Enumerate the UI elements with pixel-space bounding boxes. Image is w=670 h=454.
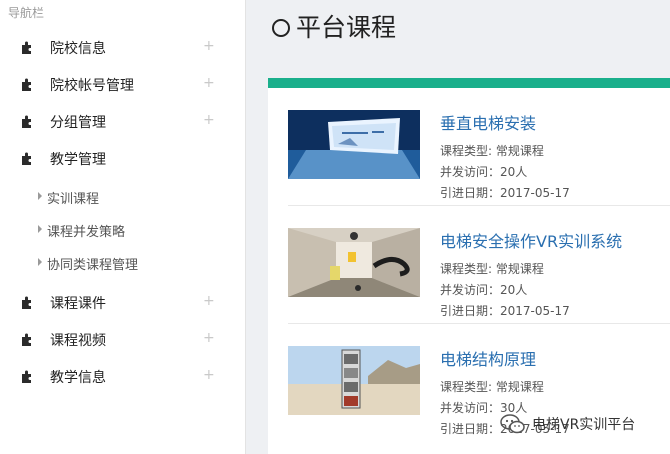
puzzle-icon <box>22 115 31 128</box>
course-visits: 并发访问：20人 <box>440 165 528 179</box>
sidebar-item-school-accounts[interactable]: 院校帐号管理 + <box>0 69 246 99</box>
watermark: 电梯VR实训平台 <box>500 413 635 435</box>
sidebar-item-videos[interactable]: 课程视频 + <box>0 324 246 354</box>
course-date: 引进日期：2017-05-17 <box>440 304 570 318</box>
course-visits: 并发访问：20人 <box>440 283 528 297</box>
sidebar-subitem-label: 协同类课程管理 <box>47 258 139 273</box>
sidebar-item-label: 院校信息 <box>50 41 106 57</box>
plus-icon: + <box>203 367 215 383</box>
course-type: 课程类型: 常规课程 <box>440 144 544 158</box>
puzzle-icon <box>22 296 31 309</box>
plus-icon: + <box>203 293 215 309</box>
puzzle-icon <box>22 41 31 54</box>
puzzle-icon <box>22 333 31 346</box>
sidebar-item-courseware[interactable]: 课程课件 + <box>0 287 246 317</box>
course-thumbnail[interactable] <box>288 110 420 179</box>
sidebar-subitem-concurrency[interactable]: 课程并发策略 <box>0 218 246 242</box>
wechat-icon <box>500 414 525 434</box>
caret-right-icon <box>38 225 42 233</box>
sidebar-item-school-info[interactable]: 院校信息 + <box>0 32 246 62</box>
course-date: 引进日期：2017-05-17 <box>440 186 570 200</box>
plus-icon: + <box>203 330 215 346</box>
course-type: 课程类型: 常规课程 <box>440 380 544 394</box>
sidebar-item-label: 课程视频 <box>50 333 106 349</box>
course-thumbnail[interactable] <box>288 228 420 297</box>
sidebar-subitem-label: 实训课程 <box>47 192 100 207</box>
sidebar-subitem-collab-courses[interactable]: 协同类课程管理 <box>0 251 246 275</box>
course-type: 课程类型: 常规课程 <box>440 262 544 276</box>
course-name-link[interactable]: 电梯结构原理 <box>440 346 536 370</box>
course-card[interactable]: 垂直电梯安装 课程类型: 常规课程 并发访问：20人 引进日期：2017-05-… <box>288 88 670 206</box>
sidebar-item-label: 教学管理 <box>50 152 106 168</box>
circle-icon <box>272 18 290 37</box>
plus-icon: + <box>203 112 215 128</box>
sidebar-item-label: 分组管理 <box>50 115 106 131</box>
sidebar-item-label: 课程课件 <box>50 296 106 312</box>
sidebar-item-teaching[interactable]: 教学管理 <box>0 143 246 173</box>
watermark-text: 电梯VR实训平台 <box>532 417 636 433</box>
page-title: 平台课程 <box>272 8 396 44</box>
sidebar: 导航栏 院校信息 + 院校帐号管理 + 分组管理 + 教学管理 实训课程 课程并… <box>0 0 246 454</box>
sidebar-item-label: 院校帐号管理 <box>50 78 134 94</box>
sidebar-item-label: 教学信息 <box>50 370 106 386</box>
caret-right-icon <box>38 258 42 266</box>
course-name-link[interactable]: 电梯安全操作VR实训系统 <box>440 228 622 252</box>
sidebar-subitem-label: 课程并发策略 <box>47 225 126 240</box>
course-thumbnail[interactable] <box>288 346 420 415</box>
course-card[interactable]: 电梯安全操作VR实训系统 课程类型: 常规课程 并发访问：20人 引进日期：20… <box>288 206 670 324</box>
plus-icon: + <box>203 75 215 91</box>
sidebar-subitem-training-courses[interactable]: 实训课程 <box>0 185 246 209</box>
sidebar-item-groups[interactable]: 分组管理 + <box>0 106 246 136</box>
puzzle-icon <box>22 152 31 165</box>
nav-title: 导航栏 <box>8 6 45 20</box>
caret-right-icon <box>38 192 42 200</box>
plus-icon: + <box>203 38 215 54</box>
course-name-link[interactable]: 垂直电梯安装 <box>440 110 536 134</box>
page-title-text: 平台课程 <box>296 13 397 42</box>
sidebar-item-teaching-info[interactable]: 教学信息 + <box>0 361 246 391</box>
puzzle-icon <box>22 78 31 91</box>
course-list-panel: 垂直电梯安装 课程类型: 常规课程 并发访问：20人 引进日期：2017-05-… <box>268 78 670 454</box>
puzzle-icon <box>22 370 31 383</box>
